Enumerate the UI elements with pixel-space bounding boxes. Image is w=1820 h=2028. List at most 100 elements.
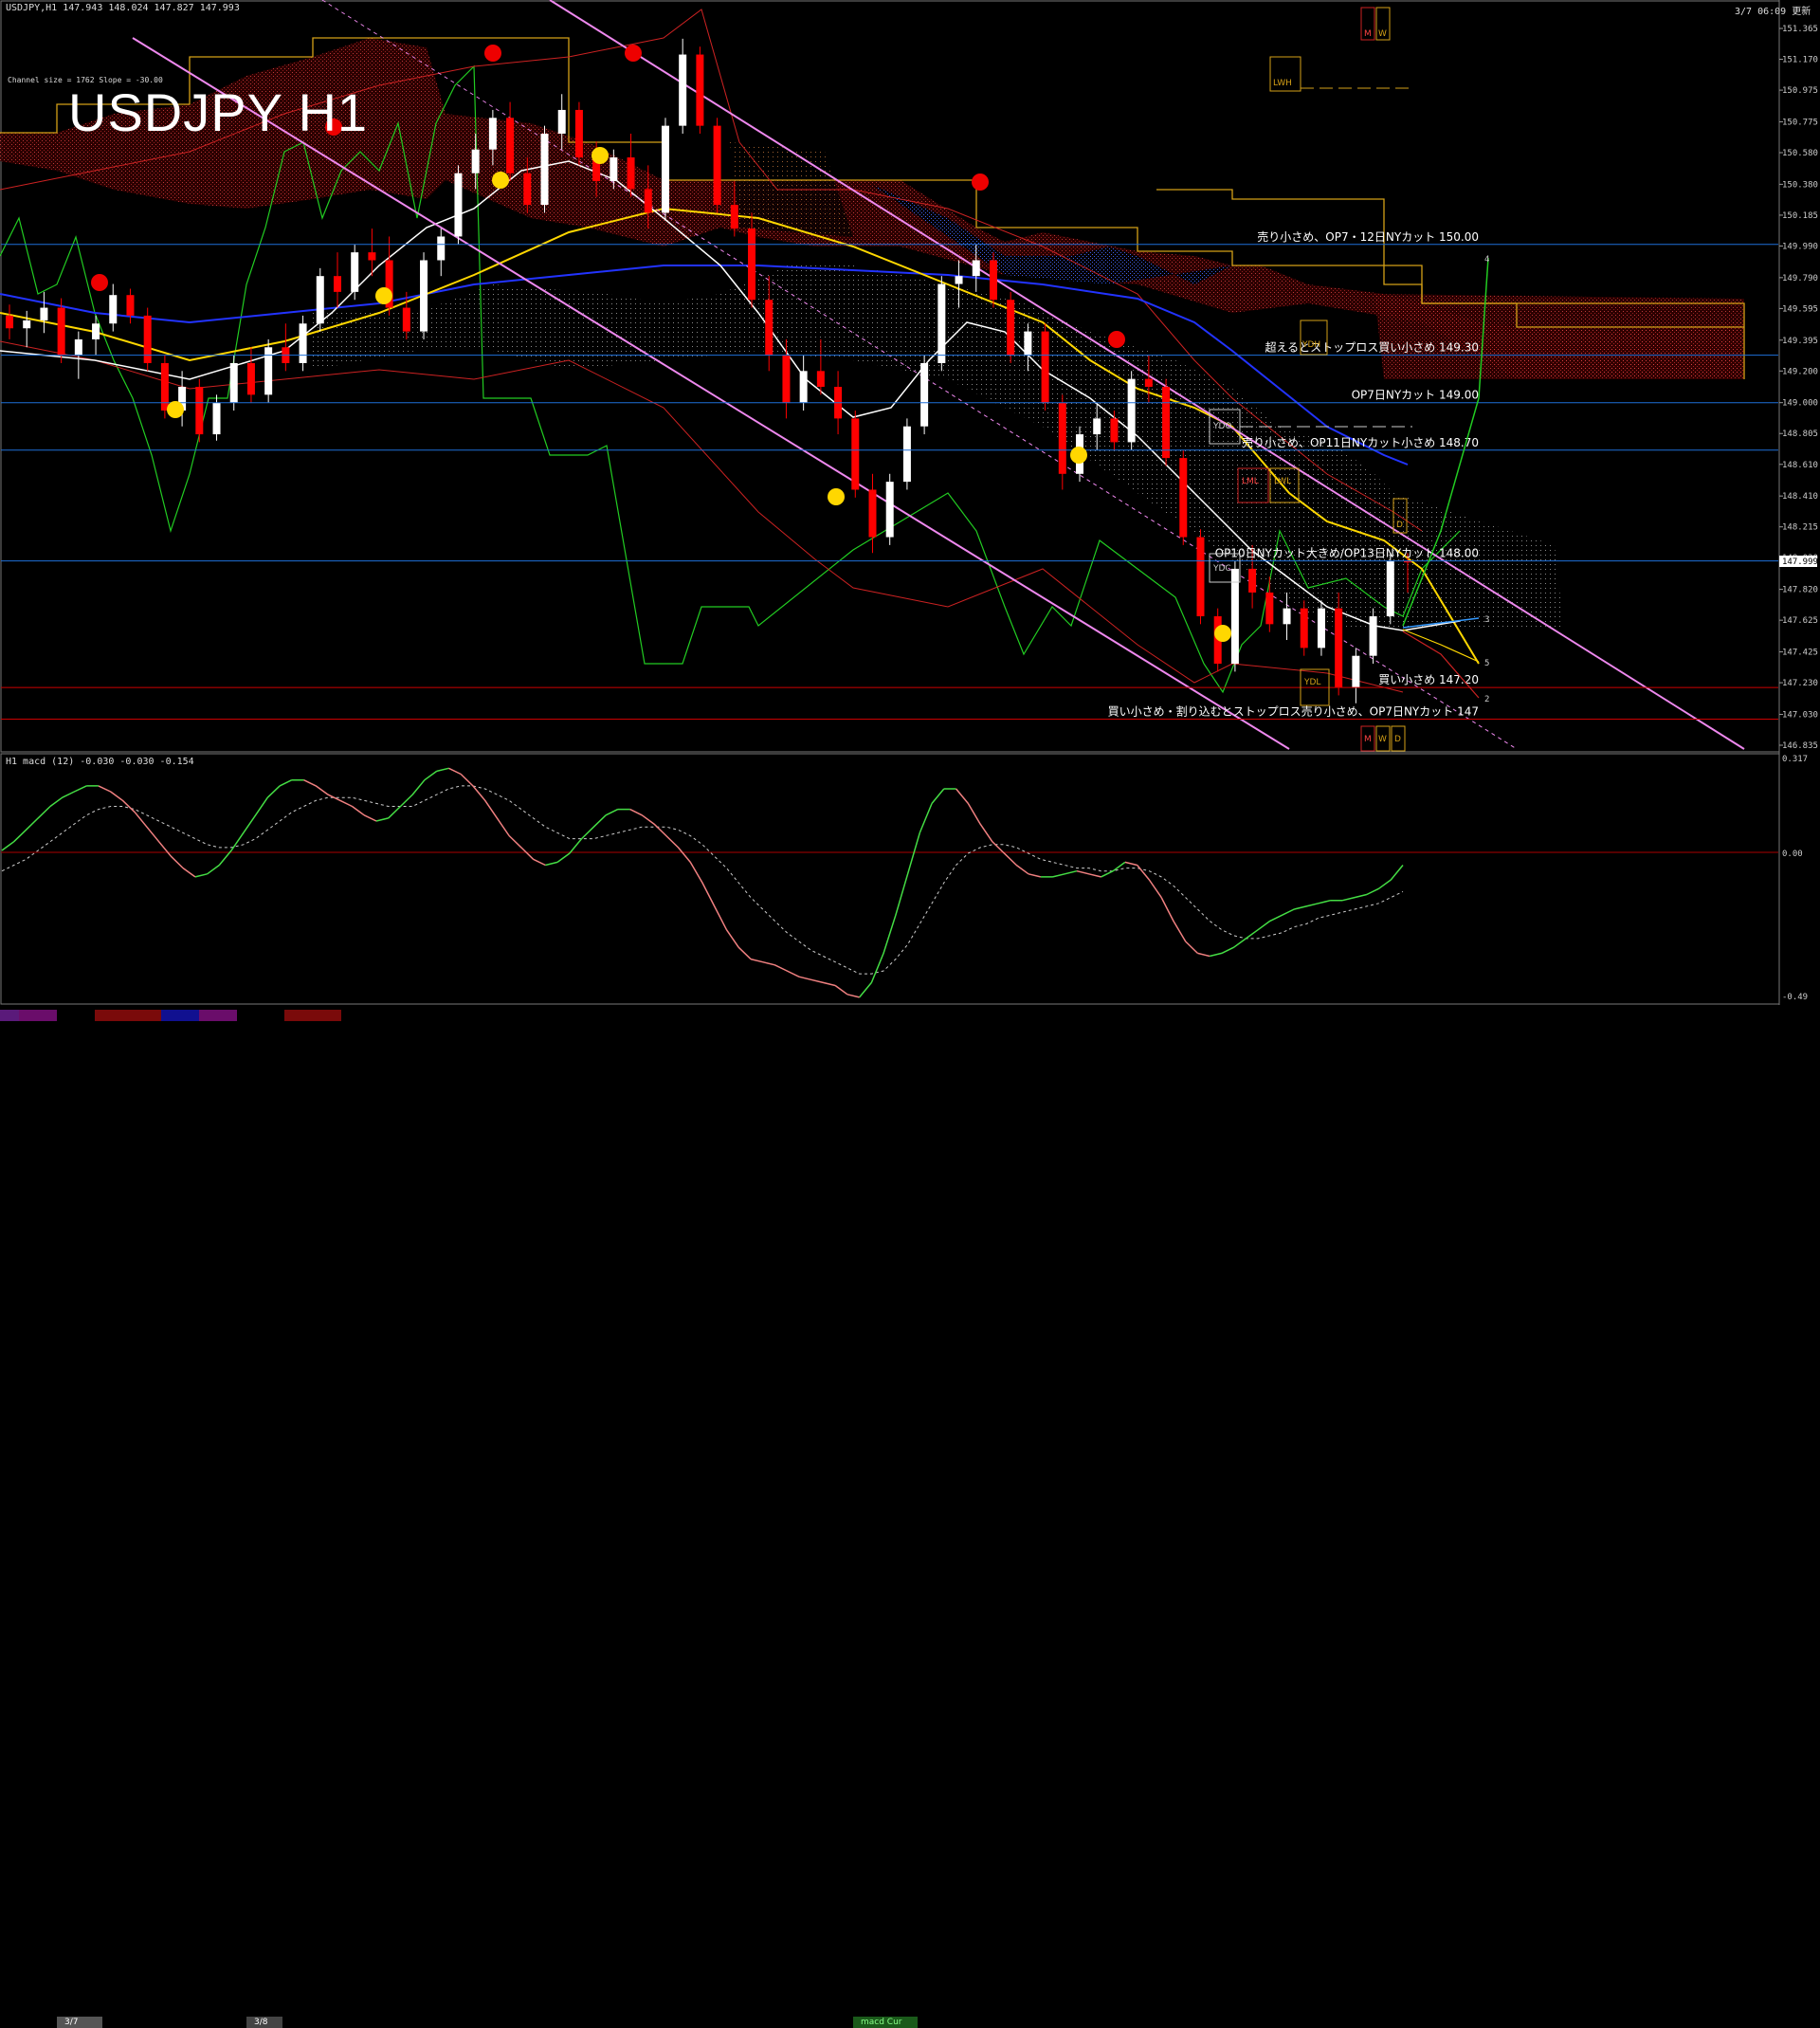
d-label-upper: D: [1396, 521, 1403, 530]
candle-body: [1110, 418, 1119, 443]
price-tick-label: 148.410: [1782, 492, 1818, 502]
price-tick-label: 149.790: [1782, 274, 1818, 283]
timeline-tab-bar: 3/7 3/8 macd Cur: [0, 1008, 1820, 2028]
price-chart[interactable]: 売り小さめ、OP7・12日NYカット 150.00 超えるとストップロス買い小さめ…: [0, 0, 1820, 1024]
ydl-label: YDL: [1303, 678, 1320, 687]
candle-body: [1162, 387, 1171, 459]
tab-date-3-7[interactable]: 3/7: [57, 2017, 102, 2028]
candle-body: [1127, 378, 1136, 443]
fractal-down-marker: [91, 274, 108, 291]
macd-axis-zero: 0.00: [1782, 850, 1803, 859]
candle-body: [902, 426, 911, 483]
price-tick-label: 149.990: [1782, 242, 1818, 251]
macd-panel-border: [0, 753, 1780, 1005]
price-axis: 151.365 151.170 150.975 150.775 150.580 150.3…: [1779, 25, 1818, 751]
candle-body: [1248, 568, 1257, 593]
tab-macd[interactable]: macd Cur: [853, 2017, 918, 2028]
price-tick-label: 151.365: [1782, 25, 1818, 34]
lml-label: LML: [1242, 477, 1259, 486]
candle-body: [1024, 331, 1032, 356]
price-tick-label: 150.975: [1782, 86, 1818, 96]
tab-swatch: [199, 1010, 237, 1021]
price-tick-label: 148.805: [1782, 429, 1818, 439]
candle-body: [6, 315, 13, 329]
candle-body: [316, 276, 324, 324]
candle-body: [1007, 300, 1015, 356]
price-tick-label: 148.610: [1782, 461, 1818, 470]
price-tick-label: 149.200: [1782, 367, 1818, 376]
lwh-label: LWH: [1273, 79, 1292, 88]
candle-body: [160, 362, 169, 411]
candle-body: [1265, 592, 1274, 625]
candle-body: [523, 173, 532, 206]
tab-swatch: [161, 1010, 199, 1021]
projection-label-4: 4: [1484, 255, 1489, 265]
macd-axis-top: 0.317: [1782, 755, 1808, 764]
fractal-up-marker: [1070, 447, 1087, 464]
price-tick-label: 150.380: [1782, 180, 1818, 190]
fractal-down-marker: [484, 45, 501, 62]
level-boxes: LWH YDH YDO LML LWL YDC YDL D M W M W D: [1209, 7, 1412, 752]
tab-swatch: [0, 1010, 19, 1021]
candle-body: [610, 157, 618, 182]
candle-body: [1179, 458, 1188, 538]
price-level-annotation: 売り小さめ、OP7・12日NYカット 150.00: [1257, 229, 1479, 244]
fractal-down-marker: [1108, 331, 1125, 348]
candle-body: [540, 133, 549, 206]
candle-body: [730, 205, 738, 229]
tab-date-3-8[interactable]: 3/8: [246, 2017, 282, 2028]
candle-body: [574, 109, 583, 158]
candle-body: [74, 338, 82, 356]
candle-body: [488, 118, 497, 150]
candle-body: [661, 125, 669, 213]
candle-body: [713, 125, 721, 206]
candle-body: [402, 307, 410, 332]
candle-body: [1196, 537, 1205, 616]
candle-body: [1335, 608, 1343, 688]
price-level-annotation: OP7日NYカット 149.00: [1352, 389, 1479, 402]
candle-body: [765, 300, 774, 356]
candle-body: [23, 320, 31, 329]
candle-body: [333, 276, 341, 292]
candle-body: [1041, 331, 1049, 403]
current-price-tag: 147.999: [1779, 556, 1818, 567]
price-level-annotation: 買い小さめ・割り込むとストップロス売り小さめ、OP7日NYカット 147: [1108, 703, 1479, 718]
candle-body: [454, 173, 463, 237]
candle-body: [1317, 608, 1325, 649]
candle-body: [679, 54, 687, 126]
macd-signal-line: [1, 785, 1404, 975]
tab-swatch: [284, 1010, 341, 1021]
w-label-top: W: [1378, 29, 1387, 39]
m-label-bottom: M: [1364, 735, 1372, 744]
candle-body: [57, 307, 65, 356]
macd-axis-bottom: -0.49: [1782, 993, 1808, 1002]
tab-swatch: [95, 1010, 161, 1021]
price-tick-label: 146.835: [1782, 741, 1818, 751]
price-tick-label: 150.185: [1782, 211, 1818, 221]
current-price-text: 147.999: [1782, 557, 1818, 567]
candle-body: [299, 323, 307, 363]
candle-body: [644, 189, 652, 213]
projection-label-5: 5: [1484, 659, 1489, 668]
candle-body: [920, 362, 929, 427]
price-tick-label: 148.215: [1782, 523, 1818, 533]
candle-body: [782, 355, 791, 403]
price-level-annotation: 超えるとストップロス買い小さめ 149.30: [1265, 340, 1479, 355]
candle-body: [1369, 615, 1377, 656]
chart-title: USDJPY H1: [68, 82, 369, 142]
m-label-top: M: [1364, 29, 1372, 39]
fractal-up-marker: [828, 488, 845, 505]
candle-body: [143, 315, 152, 363]
fractal-up-marker: [592, 147, 609, 164]
candle-body: [937, 283, 946, 363]
fractal-down-marker: [972, 174, 989, 191]
candle-body: [748, 228, 756, 301]
fractal-up-marker: [375, 287, 392, 304]
candle-body: [471, 149, 480, 174]
candle-body: [1386, 560, 1394, 616]
price-tick-label: 149.000: [1782, 399, 1818, 409]
candle-body: [799, 371, 808, 403]
price-tick-label: 147.030: [1782, 710, 1818, 720]
price-tick-label: 147.425: [1782, 649, 1818, 658]
candle-body: [1093, 418, 1101, 435]
